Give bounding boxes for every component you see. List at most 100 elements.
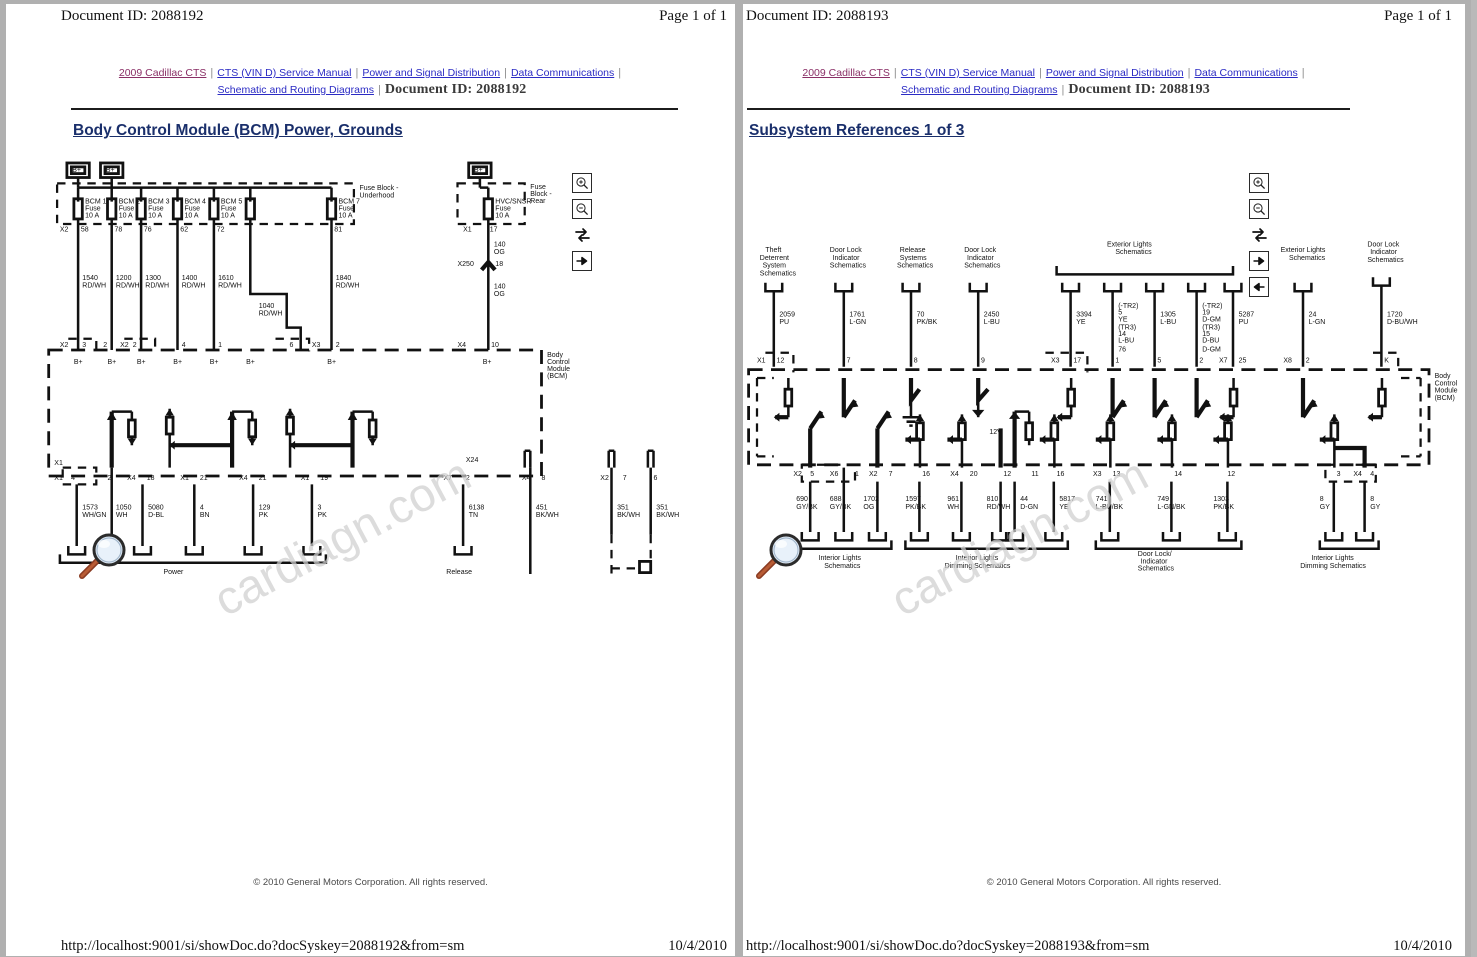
svg-text:X6: X6 bbox=[830, 471, 839, 478]
svg-text:X2: X2 bbox=[600, 475, 609, 482]
svg-text:Fuse: Fuse bbox=[221, 205, 237, 212]
breadcrumb-document-id: Document ID: 2088193 bbox=[1068, 81, 1210, 97]
svg-text:X4: X4 bbox=[950, 471, 959, 478]
svg-text:X2: X2 bbox=[60, 342, 69, 349]
svg-text:Power: Power bbox=[164, 569, 185, 574]
svg-text:Schematics: Schematics bbox=[824, 563, 861, 570]
svg-text:BCM 4: BCM 4 bbox=[185, 198, 207, 205]
magnifier-icon[interactable] bbox=[753, 532, 809, 582]
svg-text:GY/BK: GY/BK bbox=[830, 504, 852, 511]
svg-text:Door Lock: Door Lock bbox=[830, 247, 862, 254]
schematic-diagram-right: Theft Deterrent System Schematics Door Lock… bbox=[743, 154, 1465, 574]
svg-text:5: 5 bbox=[1157, 358, 1161, 365]
svg-text:X1: X1 bbox=[463, 226, 472, 233]
svg-text:10 A: 10 A bbox=[148, 212, 162, 219]
breadcrumb-link-schematic[interactable]: Schematic and Routing Diagrams bbox=[218, 84, 374, 96]
svg-text:Theft: Theft bbox=[765, 247, 781, 254]
page-title: Subsystem References 1 of 3 bbox=[749, 122, 965, 139]
footer-url: http://localhost:9001/si/showDoc.do?docS… bbox=[746, 938, 1150, 954]
svg-text:Schematics: Schematics bbox=[1115, 249, 1152, 256]
svg-text:BCM 1: BCM 1 bbox=[85, 198, 107, 205]
svg-text:B+: B+ bbox=[246, 359, 255, 366]
breadcrumb-link-data-comm[interactable]: Data Communications bbox=[1194, 67, 1297, 79]
svg-text:PK/BK: PK/BK bbox=[1213, 504, 1234, 511]
svg-text:D-GM: D-GM bbox=[1202, 347, 1221, 354]
svg-text:451: 451 bbox=[536, 505, 548, 512]
svg-text:Release: Release bbox=[446, 569, 472, 574]
breadcrumb-link-vehicle[interactable]: 2009 Cadillac CTS bbox=[119, 67, 207, 79]
svg-text:3: 3 bbox=[82, 342, 86, 349]
svg-text:6: 6 bbox=[290, 342, 294, 349]
svg-text:4: 4 bbox=[200, 505, 204, 512]
document-id-header: Document ID: 2088193 bbox=[746, 8, 889, 24]
svg-text:Door Lock: Door Lock bbox=[1367, 241, 1399, 248]
svg-text:X1: X1 bbox=[54, 460, 63, 467]
svg-text:RD/WH: RD/WH bbox=[259, 311, 283, 318]
svg-text:RD/WH: RD/WH bbox=[116, 283, 140, 290]
breadcrumb-link-power-signal[interactable]: Power and Signal Distribution bbox=[362, 67, 500, 79]
breadcrumb-link-manual[interactable]: CTS (VIN D) Service Manual bbox=[217, 67, 351, 79]
svg-text:5817: 5817 bbox=[1059, 496, 1075, 503]
svg-text:BN: BN bbox=[200, 512, 210, 519]
svg-text:B+: B+ bbox=[72, 167, 81, 174]
svg-text:OG: OG bbox=[494, 291, 505, 298]
svg-text:16: 16 bbox=[1057, 471, 1065, 478]
svg-text:WH/GN: WH/GN bbox=[82, 512, 106, 519]
svg-text:3: 3 bbox=[318, 505, 322, 512]
svg-text:21: 21 bbox=[259, 475, 267, 482]
breadcrumb-separator: | bbox=[618, 67, 622, 79]
svg-text:X1: X1 bbox=[757, 358, 766, 365]
svg-text:7: 7 bbox=[623, 475, 627, 482]
svg-text:1702: 1702 bbox=[863, 496, 879, 503]
svg-text:WH: WH bbox=[116, 512, 128, 519]
svg-text:10 A: 10 A bbox=[85, 212, 99, 219]
svg-text:Fuse: Fuse bbox=[185, 205, 201, 212]
svg-text:1303: 1303 bbox=[1213, 496, 1229, 503]
svg-text:B+: B+ bbox=[327, 359, 336, 366]
breadcrumb-link-schematic[interactable]: Schematic and Routing Diagrams bbox=[901, 84, 1057, 96]
breadcrumb-separator: | bbox=[377, 83, 381, 96]
svg-text:L-BU: L-BU bbox=[984, 319, 1000, 326]
svg-text:2450: 2450 bbox=[984, 311, 1000, 318]
breadcrumb-link-data-comm[interactable]: Data Communications bbox=[511, 67, 614, 79]
svg-text:2059: 2059 bbox=[779, 311, 795, 318]
page-counter: Page 1 of 1 bbox=[659, 8, 727, 24]
svg-text:X1: X1 bbox=[180, 475, 189, 482]
svg-text:1050: 1050 bbox=[116, 505, 132, 512]
svg-text:L-BU: L-BU bbox=[1160, 319, 1176, 326]
svg-text:10 A: 10 A bbox=[495, 212, 509, 219]
svg-text:X2: X2 bbox=[120, 342, 129, 349]
svg-text:2: 2 bbox=[133, 342, 137, 349]
svg-text:X7: X7 bbox=[444, 475, 453, 482]
svg-text:2: 2 bbox=[466, 475, 470, 482]
svg-text:Schematics: Schematics bbox=[1289, 255, 1326, 262]
svg-text:1840: 1840 bbox=[336, 275, 352, 282]
magnifier-icon[interactable] bbox=[76, 532, 132, 582]
breadcrumb-link-power-signal[interactable]: Power and Signal Distribution bbox=[1046, 67, 1184, 79]
svg-text:Module: Module bbox=[1435, 388, 1458, 395]
svg-text:Body: Body bbox=[547, 352, 563, 359]
svg-text:8: 8 bbox=[542, 475, 546, 482]
svg-text:Schematics: Schematics bbox=[1367, 257, 1404, 264]
svg-text:L-GN: L-GN bbox=[1309, 319, 1326, 326]
document-page-right: Document ID: 2088193 Page 1 of 1 2009 Ca… bbox=[743, 0, 1471, 957]
svg-text:GY: GY bbox=[1320, 504, 1330, 511]
svg-text:690: 690 bbox=[796, 496, 808, 503]
svg-text:Body: Body bbox=[1435, 373, 1451, 380]
svg-text:System: System bbox=[763, 263, 787, 270]
svg-text:5: 5 bbox=[810, 471, 814, 478]
svg-text:961: 961 bbox=[947, 496, 959, 503]
svg-text:RD/WH: RD/WH bbox=[336, 283, 360, 290]
svg-text:Schematics: Schematics bbox=[897, 263, 934, 270]
svg-text:D-GN: D-GN bbox=[1020, 504, 1038, 511]
breadcrumb-link-manual[interactable]: CTS (VIN D) Service Manual bbox=[901, 67, 1035, 79]
svg-text:12: 12 bbox=[777, 358, 785, 365]
svg-text:YE: YE bbox=[1118, 316, 1128, 323]
svg-text:Schematics: Schematics bbox=[1138, 566, 1175, 573]
breadcrumb-link-vehicle[interactable]: 2009 Cadillac CTS bbox=[802, 67, 890, 79]
svg-text:PU: PU bbox=[1239, 319, 1249, 326]
svg-text:12: 12 bbox=[1003, 471, 1011, 478]
svg-text:140: 140 bbox=[494, 283, 506, 290]
svg-text:9: 9 bbox=[981, 358, 985, 365]
svg-text:D-GM: D-GM bbox=[1202, 316, 1221, 323]
